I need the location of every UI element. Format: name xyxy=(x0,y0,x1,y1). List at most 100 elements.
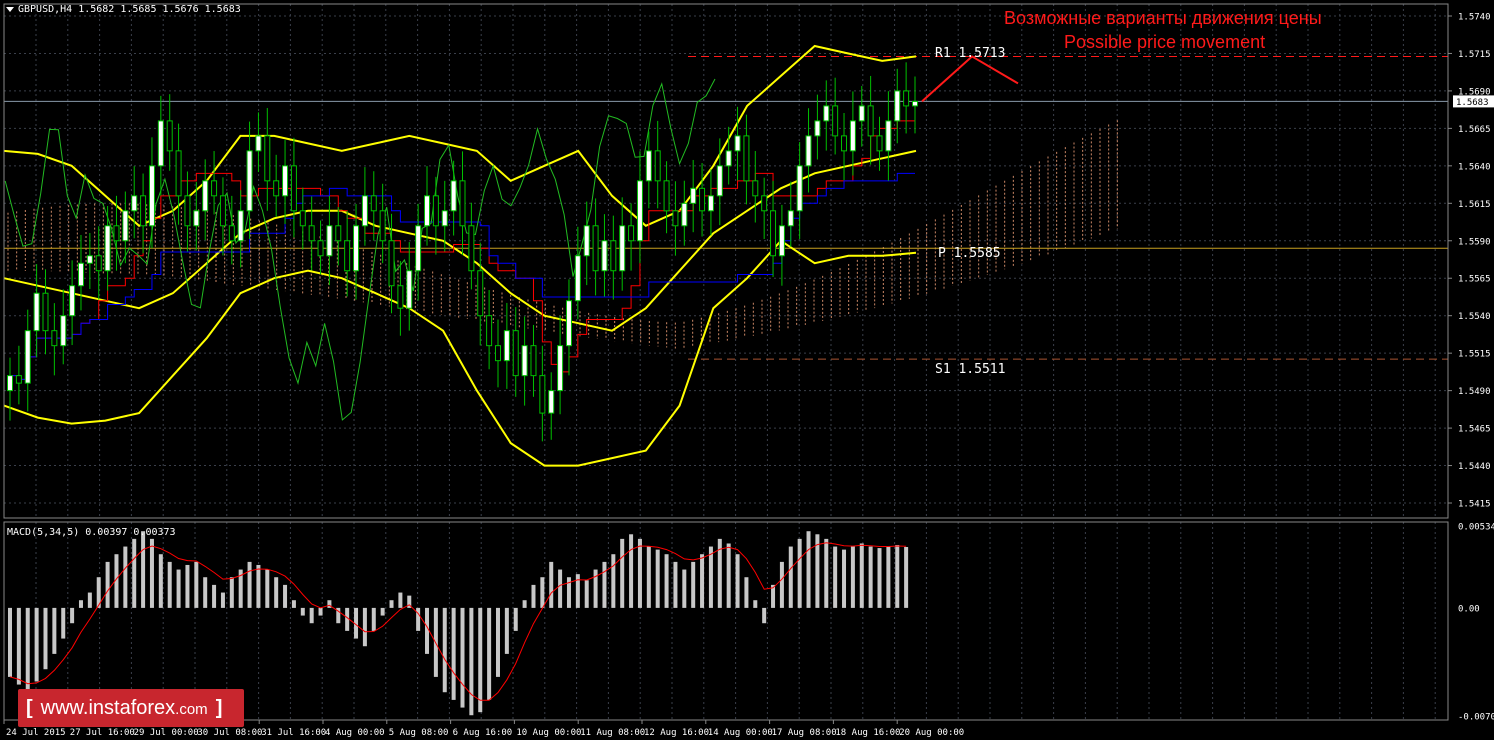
macd-bar xyxy=(16,607,21,685)
symbol-header-text: GBPUSD,H4 1.5682 1.5685 1.5676 1.5683 xyxy=(18,4,241,15)
macd-bar xyxy=(220,592,225,608)
candle-body xyxy=(716,165,723,197)
macd-bar xyxy=(655,549,660,608)
price-tick-label: 1.5640 xyxy=(1458,162,1491,172)
macd-bar xyxy=(868,546,873,608)
candle-body xyxy=(184,195,191,227)
macd-bar xyxy=(859,543,864,608)
logo-com: .com xyxy=(175,701,208,718)
candle-body xyxy=(663,180,670,212)
macd-bar xyxy=(469,607,474,716)
logo-bracket-left: [ xyxy=(26,697,33,719)
pivot-label: P 1.5585 xyxy=(938,246,1001,261)
macd-bar xyxy=(682,569,687,608)
trading-chart[interactable]: 1.57401.57151.56901.56651.56401.56151.55… xyxy=(0,0,1494,740)
candle-body xyxy=(308,225,315,242)
candle-body xyxy=(557,345,564,392)
symbol-header[interactable]: GBPUSD,H4 1.5682 1.5685 1.5676 1.5683 xyxy=(6,4,241,15)
time-tick-label: 4 Aug 00:00 xyxy=(325,728,385,738)
candle-body xyxy=(388,240,395,287)
macd-bar xyxy=(176,569,181,608)
macd-bar xyxy=(105,561,110,608)
instaforex-logo[interactable]: [www.instaforex.com] xyxy=(18,689,244,727)
candle-body xyxy=(494,345,501,362)
candle-body xyxy=(770,210,777,257)
candle-body xyxy=(69,285,76,317)
macd-bar xyxy=(158,554,163,608)
price-tick-label: 1.5440 xyxy=(1458,462,1491,472)
candle-body xyxy=(814,120,821,137)
candle-body xyxy=(867,105,874,137)
macd-bar xyxy=(691,561,696,608)
candle-body xyxy=(175,150,182,197)
macd-bar xyxy=(425,607,430,654)
candle-body xyxy=(503,330,510,362)
candle-body xyxy=(290,165,297,212)
dropdown-triangle-icon[interactable] xyxy=(6,6,14,12)
candle-body xyxy=(15,375,22,384)
candle-body xyxy=(415,225,422,272)
macd-bar xyxy=(52,607,57,654)
candle-body xyxy=(787,210,794,227)
candle-body xyxy=(335,225,342,242)
candle-body xyxy=(228,225,235,242)
candle-body xyxy=(512,330,519,377)
macd-bar xyxy=(637,538,642,608)
candle-body xyxy=(707,195,714,212)
macd-bar xyxy=(584,580,589,608)
candle-body xyxy=(361,195,368,227)
price-tick-label: 1.5565 xyxy=(1458,275,1491,285)
macd-bar xyxy=(842,549,847,608)
macd-bar xyxy=(708,546,713,608)
candle-body xyxy=(725,150,732,167)
candle-body xyxy=(122,210,129,242)
candle-body xyxy=(441,210,448,227)
candle-body xyxy=(548,390,555,414)
candle-body xyxy=(521,345,528,377)
candle-body xyxy=(148,165,155,227)
macd-bar xyxy=(540,577,545,608)
macd-bar xyxy=(362,607,367,647)
macd-bar xyxy=(611,554,616,608)
macd-bar xyxy=(247,561,252,608)
logo-text: www.instaforex xyxy=(40,697,176,719)
candle-body xyxy=(645,150,652,182)
candle-body xyxy=(876,135,883,152)
r1-label: R1 1.5713 xyxy=(935,46,1006,61)
candle-body xyxy=(565,300,572,347)
time-tick-label: 20 Aug 00:00 xyxy=(899,728,964,738)
candle-body xyxy=(636,180,643,242)
macd-bar xyxy=(673,561,678,608)
macd-bar xyxy=(291,600,296,608)
candle-body xyxy=(743,135,750,182)
candle-body xyxy=(796,165,803,212)
candle-body xyxy=(885,120,892,152)
candle-body xyxy=(486,315,493,347)
macd-bar xyxy=(212,584,217,608)
candle-body xyxy=(7,375,13,392)
candle-body xyxy=(166,120,173,152)
time-tick-label: 18 Aug 16:00 xyxy=(835,728,900,738)
macd-bar xyxy=(78,600,83,608)
time-tick-label: 11 Aug 08:00 xyxy=(580,728,645,738)
macd-bar xyxy=(371,607,376,631)
candle-body xyxy=(131,195,138,212)
candle-body xyxy=(424,195,431,227)
candle-body xyxy=(219,195,226,227)
candle-body xyxy=(157,120,164,167)
price-tick-label: 1.5540 xyxy=(1458,312,1491,322)
macd-bar xyxy=(549,561,554,608)
macd-bar xyxy=(646,546,651,608)
macd-bar xyxy=(558,569,563,608)
macd-bar xyxy=(531,584,536,608)
time-tick-label: 29 Jul 00:00 xyxy=(134,728,199,738)
macd-bar xyxy=(380,607,385,616)
macd-bar xyxy=(487,607,492,700)
macd-bar xyxy=(43,607,48,670)
candle-body xyxy=(237,210,244,242)
candle-body xyxy=(379,210,386,242)
macd-bar xyxy=(8,607,12,677)
macd-bar xyxy=(318,607,323,616)
candle-body xyxy=(778,225,785,257)
candle-body xyxy=(450,180,457,212)
